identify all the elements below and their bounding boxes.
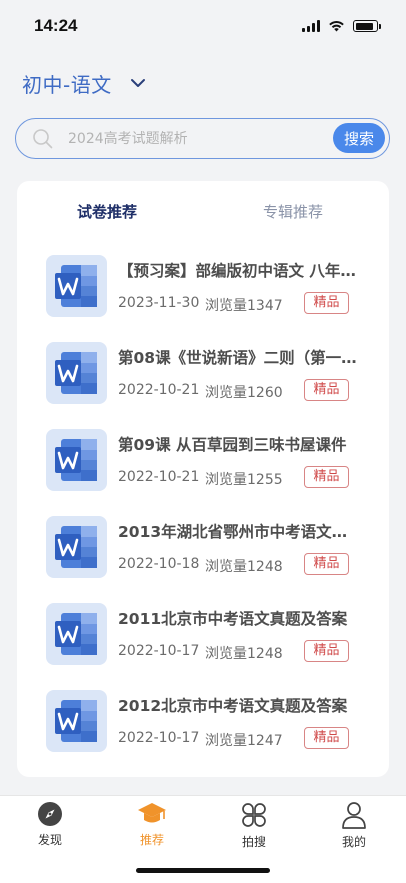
premium-badge: 精品 [304, 640, 349, 662]
premium-badge: 精品 [304, 379, 349, 401]
document-item[interactable]: 【预习案】部编版初中语文 八年级上册 2023-11-30 浏览量1347 精品 [17, 243, 389, 329]
document-views: 浏览量1260 [205, 385, 283, 401]
document-item[interactable]: 第09课 从百草园到三味书屋课件 2022-10-21 浏览量1255 精品 [17, 417, 389, 503]
document-date: 2022-10-17 [118, 730, 200, 746]
nav-mine[interactable]: 我的 [324, 801, 384, 851]
document-date: 2022-10-21 [118, 382, 200, 398]
document-views: 浏览量1247 [205, 733, 283, 749]
document-date: 2022-10-18 [118, 556, 200, 572]
search-button[interactable]: 搜索 [333, 123, 385, 153]
word-document-icon [46, 603, 107, 665]
word-document-icon [46, 690, 107, 752]
document-title: 2011北京市中考语文真题及答案 [118, 610, 348, 628]
status-icons [302, 20, 381, 32]
compass-icon [38, 802, 62, 826]
word-document-icon [46, 342, 107, 404]
document-views: 浏览量1248 [205, 559, 283, 575]
cellular-signal-icon [302, 20, 320, 32]
document-date: 2022-10-17 [118, 643, 200, 659]
premium-badge: 精品 [304, 292, 349, 314]
document-views: 浏览量1248 [205, 646, 283, 662]
user-icon [342, 802, 366, 829]
tab-album-recommend[interactable]: 专辑推荐 [263, 201, 323, 222]
document-item[interactable]: 2013年湖北省鄂州市中考语文试题 2022-10-18 浏览量1248 精品 [17, 504, 389, 590]
nav-recommend[interactable]: 推荐 [122, 801, 182, 851]
status-time: 14:24 [34, 16, 78, 35]
word-document-icon [46, 516, 107, 578]
search-icon [33, 128, 53, 148]
premium-badge: 精品 [304, 553, 349, 575]
tab-exam-recommend[interactable]: 试卷推荐 [77, 201, 137, 222]
home-indicator [136, 868, 270, 873]
premium-badge: 精品 [304, 466, 349, 488]
nav-label: 我的 [341, 835, 366, 849]
nav-label: 发现 [37, 833, 62, 847]
document-item[interactable]: 2011北京市中考语文真题及答案 2022-10-17 浏览量1248 精品 [17, 591, 389, 677]
nav-label: 拍搜 [241, 835, 266, 849]
grade-selector[interactable]: 初中-语文 [22, 66, 146, 100]
nav-label: 推荐 [139, 833, 164, 847]
document-date: 2023-11-30 [118, 295, 200, 311]
document-views: 浏览量1255 [205, 472, 283, 488]
search-bar: 搜索 [15, 118, 390, 159]
document-views: 浏览量1347 [205, 298, 283, 314]
status-bar: 14:24 [0, 0, 406, 52]
document-item[interactable]: 2012北京市中考语文真题及答案 2022-10-17 浏览量1247 精品 [17, 678, 389, 764]
wifi-icon [329, 20, 344, 32]
document-title: 第08课《世说新语》二则（第一课时） [118, 349, 358, 367]
document-title: 2012北京市中考语文真题及答案 [118, 697, 348, 715]
battery-icon [353, 20, 381, 32]
nav-discover[interactable]: 发现 [20, 801, 80, 851]
nav-photo-search[interactable]: 拍搜 [224, 801, 284, 851]
chevron-down-icon [130, 79, 145, 87]
document-card: 试卷推荐 专辑推荐 【预习案】部编版初中语文 八年级上册 2023-11-30 浏览… [17, 181, 389, 777]
graduation-cap-icon [138, 803, 166, 823]
tab-bar: 试卷推荐 专辑推荐 [17, 181, 389, 241]
premium-badge: 精品 [304, 727, 349, 749]
document-title: 【预习案】部编版初中语文 八年级上册 [118, 262, 358, 280]
grade-label: 初中-语文 [22, 72, 112, 97]
document-date: 2022-10-21 [118, 469, 200, 485]
document-item[interactable]: 第08课《世说新语》二则（第一课时） 2022-10-21 浏览量1260 精品 [17, 330, 389, 416]
document-title: 2013年湖北省鄂州市中考语文试题 [118, 523, 358, 541]
document-title: 第09课 从百草园到三味书屋课件 [118, 436, 347, 454]
word-document-icon [46, 429, 107, 491]
grid-icon [242, 803, 266, 827]
word-document-icon [46, 255, 107, 317]
